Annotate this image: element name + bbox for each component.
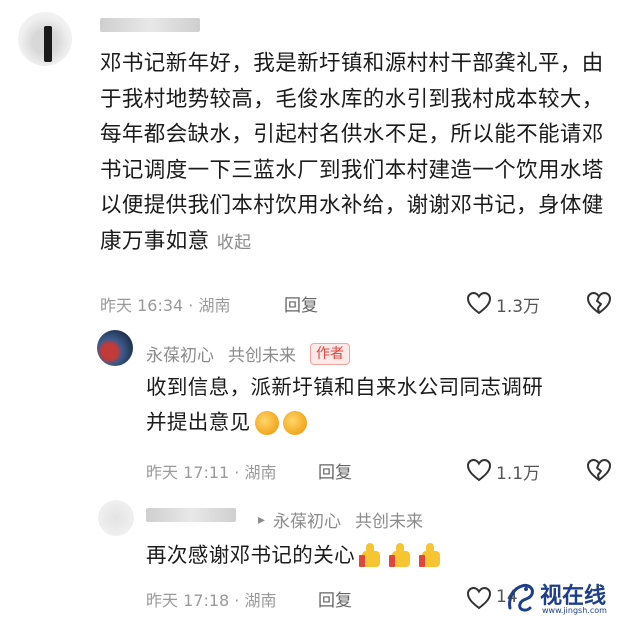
username-blurred[interactable]: [146, 508, 236, 522]
target-author-tag: 共创未来: [355, 512, 424, 532]
reply-text-line: 收到信息，派新圩镇和自来水公司同志调研: [146, 375, 544, 399]
comment-timestamp-location: 昨天 16:34 · 湖南: [100, 296, 231, 315]
username-blurred[interactable]: [100, 18, 200, 32]
broken-heart-icon[interactable]: [586, 291, 612, 315]
reply-target: ▸ 永葆初心 共创未来: [258, 507, 424, 533]
dragon-logo-icon: [508, 584, 534, 612]
thumbs-up-icon: [359, 543, 385, 569]
watermark-logo: 视在线 www.jingsh.com: [504, 574, 632, 620]
reply-button[interactable]: 回复: [284, 291, 318, 316]
heart-icon[interactable]: [466, 291, 492, 315]
target-author-name[interactable]: 永葆初心: [273, 507, 341, 532]
reply-text-line2: 并提出意见: [146, 410, 251, 434]
author-avatar[interactable]: [97, 330, 133, 366]
heart-icon[interactable]: [466, 458, 492, 482]
author-tag: 共创未来: [228, 346, 296, 366]
reply-timestamp-location: 昨天 17:18 · 湖南: [146, 591, 277, 610]
comment-text: 邓书记新年好，我是新圩镇和源村村干部龚礼平，由于我村地势较高，毛俊水库的水引到我…: [100, 46, 620, 261]
watermark-url: www.jingsh.com: [542, 606, 607, 615]
like-count: 1.3万: [496, 297, 541, 317]
reply-text-line: 并提出意见: [146, 405, 616, 440]
reply-text: 收到信息，派新圩镇和自来水公司同志调研 并提出意见: [146, 370, 616, 440]
comment-body: 邓书记新年好，我是新圩镇和源村村干部龚礼平，由于我村地势较高，毛俊水库的水引到我…: [100, 51, 604, 254]
collapse-link[interactable]: 收起: [217, 233, 252, 253]
reply-body: 再次感谢邓书记的关心: [146, 543, 355, 567]
reply-arrow-icon: ▸: [258, 511, 266, 528]
like-count: 1.1万: [496, 464, 541, 484]
reply-button[interactable]: 回复: [318, 458, 352, 483]
reply-text: 再次感谢邓书记的关心: [146, 538, 526, 573]
pray-emoji-icon: [254, 411, 279, 435]
reply-header: 永葆初心 共创未来 作者: [146, 341, 350, 366]
user-avatar-blurred[interactable]: [18, 12, 72, 66]
thumbs-up-icon: [389, 543, 415, 569]
author-badge: 作者: [310, 342, 350, 365]
heart-icon[interactable]: [466, 586, 492, 610]
reply-button[interactable]: 回复: [318, 586, 352, 611]
pray-emoji-icon: [282, 411, 307, 435]
author-name[interactable]: 永葆初心: [146, 341, 214, 366]
broken-heart-icon[interactable]: [586, 458, 612, 482]
thumbs-up-icon: [419, 543, 445, 569]
user-avatar-blurred[interactable]: [98, 500, 134, 536]
reply-timestamp-location: 昨天 17:11 · 湖南: [146, 463, 277, 482]
